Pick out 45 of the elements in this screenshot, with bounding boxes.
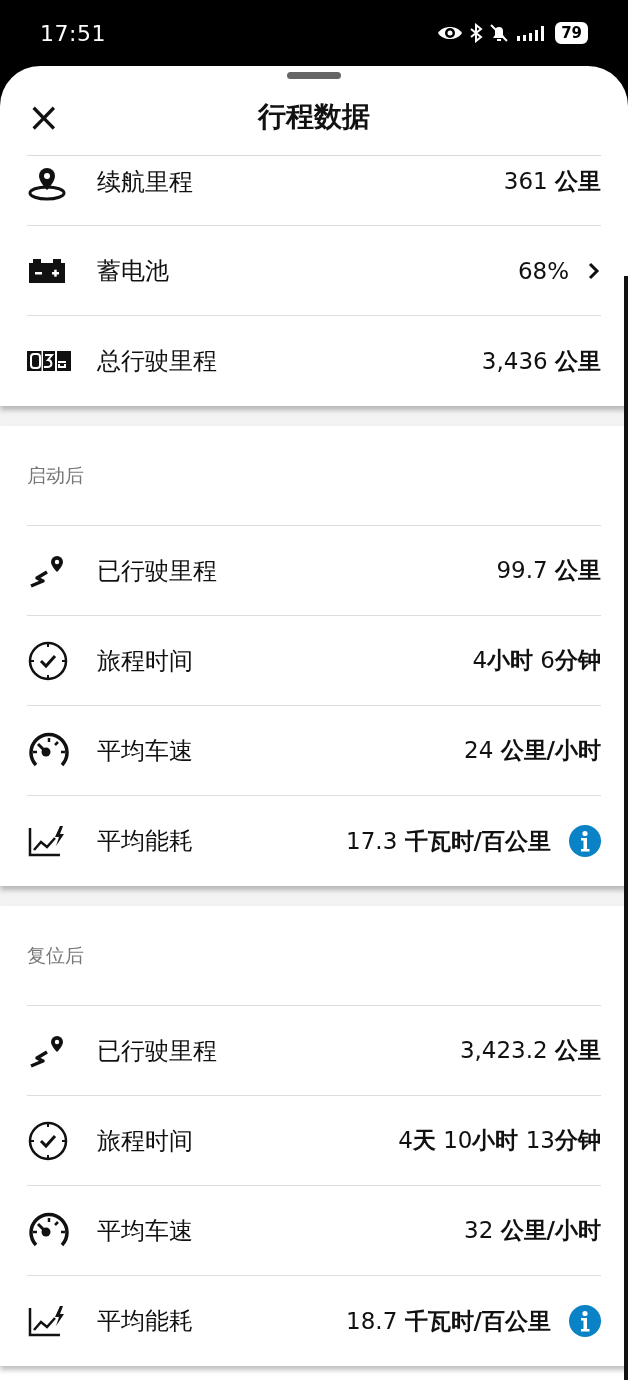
info-icon [569,1305,601,1337]
row-label: 已行驶里程 [97,1035,218,1067]
row-label: 平均能耗 [97,826,194,857]
row-value: 17.3 千瓦时/百公里 [346,826,551,856]
row-label: 总行驶里程 [97,346,218,377]
battery-level: 79 [555,22,588,44]
row-label: 平均能耗 [97,1306,194,1337]
section-title: 启动后 [27,426,601,526]
clock-time: 17:51 [40,20,107,46]
row-value: 3,436 公里 [481,346,601,376]
section-title: 复位后 [27,906,601,1006]
battery-icon [27,256,67,285]
row-value: 24 公里/小时 [464,736,601,765]
chart-bolt-icon [27,1304,67,1338]
row-label: 旅程时间 [97,1125,194,1157]
row-value: 361 公里 [503,167,601,196]
row-label: 续航里程 [97,167,194,198]
drag-handle[interactable] [287,72,341,79]
row-value: 18.7 千瓦时/百公里 [346,1306,551,1336]
bell-muted-icon [489,23,510,43]
row-label: 已行驶里程 [97,555,218,587]
info-icon [569,825,601,857]
bluetooth-icon [469,23,484,43]
chevron-button[interactable] [587,260,601,281]
odometer-icon [27,350,71,372]
chart-bolt-icon [27,824,67,858]
clock-icon [27,639,69,682]
row-value: 32 公里/小时 [464,1216,601,1245]
row-value: 4天 10小时 13分钟 [398,1126,601,1155]
chevron-right-icon [587,260,601,281]
row-label: 旅程时间 [97,645,194,677]
row-label: 平均车速 [97,735,194,767]
eye-icon [437,24,464,42]
location-pin-icon [27,166,67,202]
info-button[interactable] [569,1305,601,1337]
sheet-title: 行程数据 [258,99,370,135]
row-label: 平均车速 [97,1215,194,1247]
clock-icon [27,1119,69,1162]
row-value: 68% [517,257,569,284]
close-button[interactable]: × [27,97,61,137]
row-value: 4小时 6分钟 [472,646,601,675]
info-button[interactable] [569,825,601,857]
row-value: 99.7 公里 [496,556,601,585]
row-value: 3,423.2 公里 [459,1036,601,1065]
row-label: 蓄电池 [97,255,170,287]
